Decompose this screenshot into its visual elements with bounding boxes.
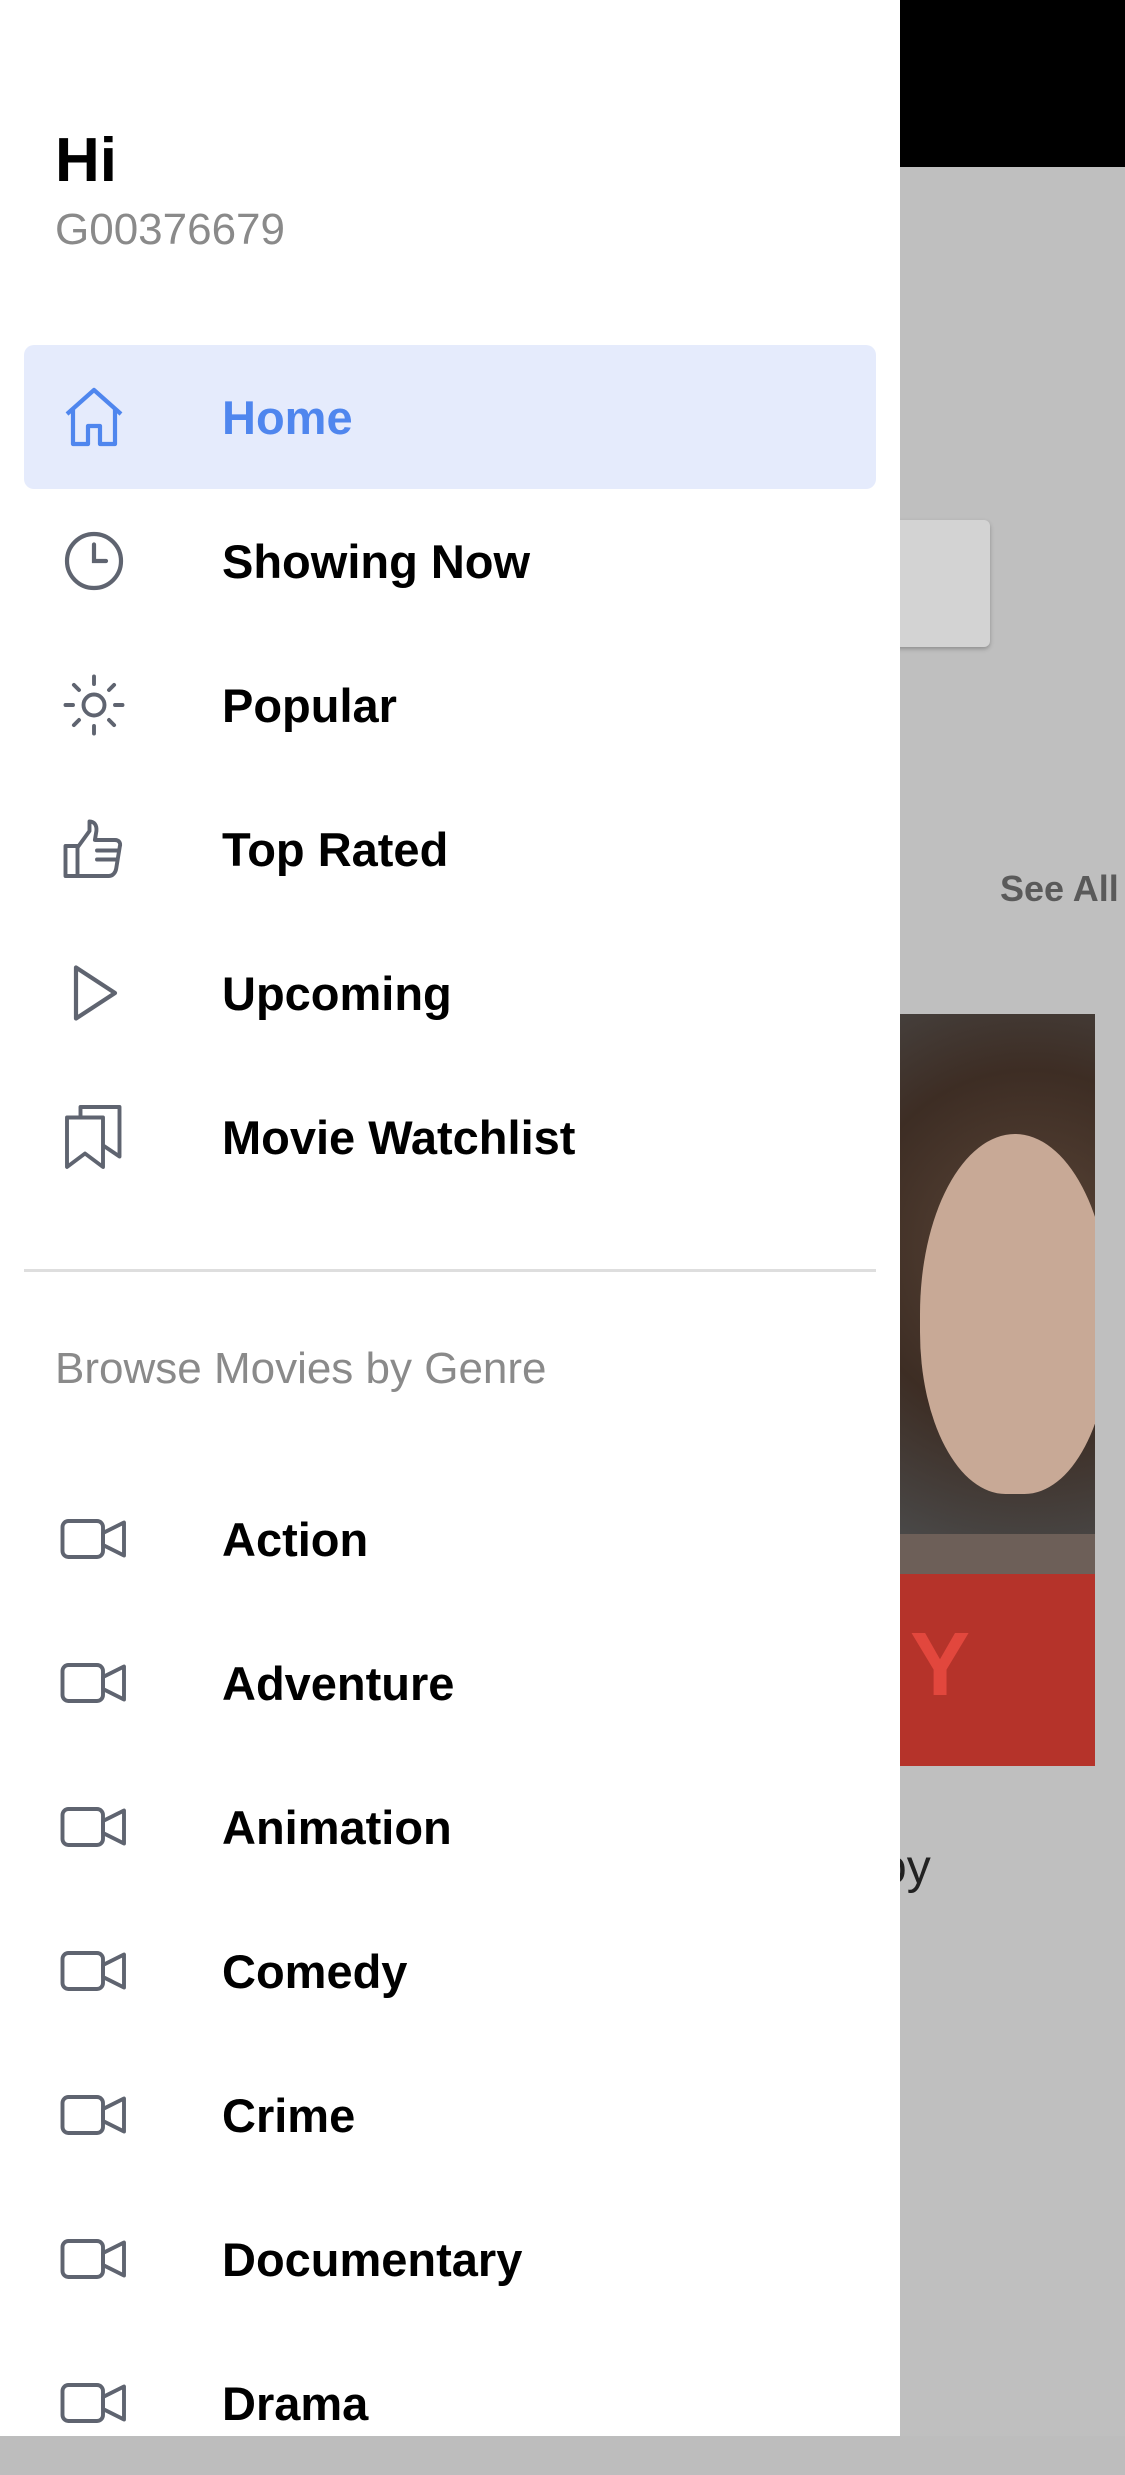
user-id-label: G00376679 bbox=[55, 205, 285, 254]
menu-item-label: Home bbox=[222, 390, 353, 444]
genre-item-label: Adventure bbox=[222, 1656, 455, 1710]
genre-item-adventure[interactable]: Adventure bbox=[24, 1611, 876, 1755]
video-camera-icon bbox=[54, 1643, 134, 1723]
menu-item-label: Popular bbox=[222, 678, 397, 732]
menu-item-movie-watchlist[interactable]: Movie Watchlist bbox=[24, 1065, 876, 1209]
genre-item-drama[interactable]: Drama bbox=[24, 2331, 876, 2475]
video-camera-icon bbox=[54, 1931, 134, 2011]
play-icon bbox=[54, 953, 134, 1033]
clock-icon bbox=[54, 521, 134, 601]
poster-face bbox=[920, 1134, 1095, 1494]
genre-item-comedy[interactable]: Comedy bbox=[24, 1899, 876, 2043]
genre-item-label: Comedy bbox=[222, 1944, 408, 1998]
menu-item-label: Upcoming bbox=[222, 966, 452, 1020]
navigation-drawer: Hi G00376679 Home Showing Now Popular To… bbox=[0, 0, 900, 2436]
genre-section-heading: Browse Movies by Genre bbox=[55, 1344, 547, 1393]
bookmarks-icon bbox=[54, 1097, 134, 1177]
menu-item-popular[interactable]: Popular bbox=[24, 633, 876, 777]
genre-item-documentary[interactable]: Documentary bbox=[24, 2187, 876, 2331]
menu-item-label: Movie Watchlist bbox=[222, 1110, 576, 1164]
video-camera-icon bbox=[54, 2363, 134, 2443]
home-icon bbox=[54, 377, 134, 457]
menu-item-label: Top Rated bbox=[222, 822, 449, 876]
menu-item-label: Showing Now bbox=[222, 534, 531, 588]
genre-item-animation[interactable]: Animation bbox=[24, 1755, 876, 1899]
genre-item-label: Documentary bbox=[222, 2232, 523, 2286]
genre-item-label: Animation bbox=[222, 1800, 452, 1854]
menu-item-upcoming[interactable]: Upcoming bbox=[24, 921, 876, 1065]
genre-item-label: Drama bbox=[222, 2376, 369, 2430]
menu-item-showing-now[interactable]: Showing Now bbox=[24, 489, 876, 633]
sun-icon bbox=[54, 665, 134, 745]
genre-item-label: Action bbox=[222, 1512, 369, 1566]
menu-divider bbox=[24, 1269, 876, 1272]
genre-item-action[interactable]: Action bbox=[24, 1467, 876, 1611]
poster-letter: Y bbox=[910, 1615, 971, 1715]
genre-item-label: Crime bbox=[222, 2088, 356, 2142]
genre-item-crime[interactable]: Crime bbox=[24, 2043, 876, 2187]
greeting-title: Hi bbox=[55, 126, 117, 195]
menu-item-home[interactable]: Home bbox=[24, 345, 876, 489]
menu-item-top-rated[interactable]: Top Rated bbox=[24, 777, 876, 921]
video-camera-icon bbox=[54, 2075, 134, 2155]
thumbs-up-icon bbox=[54, 809, 134, 889]
background-movie-poster: Y bbox=[880, 1014, 1095, 1766]
background-see-all-link: See All bbox=[1000, 868, 1119, 909]
video-camera-icon bbox=[54, 1499, 134, 1579]
video-camera-icon bbox=[54, 1787, 134, 1867]
video-camera-icon bbox=[54, 2219, 134, 2299]
